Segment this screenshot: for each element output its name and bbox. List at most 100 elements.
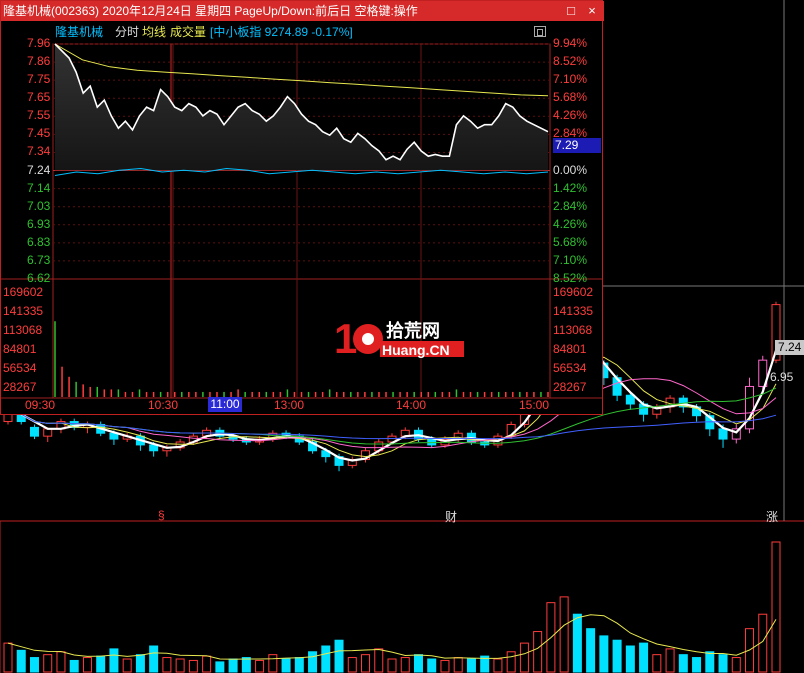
kline-volume-bar: [228, 658, 238, 673]
kline-candle: [347, 456, 357, 469]
kline-volume-bar: [718, 654, 728, 673]
kline-volume-bar: [599, 635, 609, 673]
price-tick-label: 7.55: [27, 108, 51, 123]
percent-tick-label: 9.94%: [553, 36, 588, 50]
volume-tick-label: 113068: [553, 323, 593, 337]
volume-tick-label: 141335: [3, 304, 44, 318]
event-marker-finance[interactable]: 财: [445, 508, 457, 525]
kline-volume-bar: [400, 657, 410, 673]
kline-candle: [69, 418, 79, 431]
kline-volume-bar: [69, 659, 79, 673]
price-tick-label: 7.75: [27, 72, 51, 87]
kline-volume-bar: [215, 661, 225, 673]
close-button[interactable]: ×: [582, 1, 602, 21]
volume-tick-label: 169602: [3, 285, 44, 299]
kline-volume-bar: [493, 658, 503, 673]
window-title: 隆基机械(002363) 2020年12月24日 星期四 PageUp/Down…: [3, 4, 418, 18]
volume-tick-label: 84801: [3, 342, 37, 356]
percent-tick-label: 8.52%: [553, 54, 588, 69]
volume-tick-label: 56534: [3, 361, 37, 375]
kline-volume-bar: [387, 658, 397, 673]
svg-text:拾荒网: 拾荒网: [386, 320, 440, 342]
kline-volume-bar: [135, 654, 145, 673]
price-tick-label: 6.83: [27, 234, 51, 249]
kline-volume-bar: [639, 642, 649, 673]
kline-candle: [29, 424, 39, 440]
kline-candle: [731, 424, 741, 444]
time-tick-label: 10:30: [148, 398, 179, 412]
event-marker-rise[interactable]: 涨: [766, 508, 778, 525]
kline-volume-bar: [3, 642, 13, 673]
percent-tick-label: 2.84%: [553, 198, 588, 213]
percent-tick-label: 4.26%: [553, 108, 588, 123]
kline-volume-bar: [268, 654, 278, 673]
kline-volume-bar: [413, 654, 423, 673]
kline-volume-bar: [625, 645, 635, 673]
low-price-label: 6.95: [770, 370, 794, 384]
price-tick-label: 7.24: [27, 162, 51, 177]
kline-candle: [56, 418, 66, 434]
percent-tick-label: 8.52%: [553, 271, 588, 285]
volume-tick-label: 28267: [553, 380, 587, 394]
title-bar[interactable]: 隆基机械(002363) 2020年12月24日 星期四 PageUp/Down…: [1, 1, 604, 21]
volume-ma-line: [7, 614, 777, 660]
kline-volume-bar: [612, 639, 622, 673]
kline-volume-bar: [665, 648, 675, 673]
kline-volume-bar: [255, 659, 265, 673]
last-price-tag: 7.24: [775, 340, 804, 355]
kline-volume-bar: [109, 648, 119, 673]
kline-volume-bar: [678, 654, 688, 673]
kline-volume-bar: [453, 657, 463, 673]
kline-volume-bar: [294, 657, 304, 673]
kline-volume-bar: [29, 657, 39, 673]
percent-tick-label: 0.00%: [553, 162, 588, 177]
current-price-box: 7.29: [553, 138, 601, 153]
event-marker-left[interactable]: §: [158, 508, 165, 522]
kline-volume-bar: [281, 658, 291, 673]
kline-volume-bar: [705, 651, 715, 673]
percent-tick-label: 7.10%: [553, 252, 588, 267]
kline-volume-bar: [122, 658, 132, 673]
price-tick-label: 7.96: [27, 36, 51, 50]
price-tick-label: 7.45: [27, 126, 51, 141]
kline-volume-bar: [572, 613, 582, 673]
price-tick-label: 6.93: [27, 216, 51, 231]
svg-text:Huang.CN: Huang.CN: [382, 342, 450, 358]
kline-candle: [758, 355, 768, 393]
kline-volume-bar: [427, 658, 437, 673]
price-tick-label: 6.73: [27, 252, 51, 267]
kline-volume-bar: [692, 657, 702, 673]
kline-volume-bar: [43, 654, 53, 673]
kline-volume-bar: [202, 655, 212, 673]
minimize-button[interactable]: □: [561, 1, 581, 21]
percent-tick-label: 5.68%: [553, 234, 588, 249]
kline-volume-bar: [82, 657, 92, 673]
watermark-logo: 1 Huang.CN 拾荒网: [334, 315, 464, 359]
price-tick-label: 7.14: [27, 180, 51, 195]
kline-volume-bar: [175, 658, 185, 673]
kline-volume-bar: [361, 654, 371, 673]
volume-tick-label: 113068: [3, 323, 43, 337]
kline-volume-bar: [56, 651, 66, 673]
kline-volume-bar: [162, 657, 172, 673]
kline-volume-bar: [16, 649, 26, 673]
percent-tick-label: 4.26%: [553, 216, 588, 231]
kline-volume-bar: [586, 628, 596, 673]
price-tick-label: 7.03: [27, 198, 51, 213]
volume-tick-label: 28267: [3, 380, 37, 394]
kline-candle: [745, 377, 755, 434]
kline-volume-bar: [559, 596, 569, 673]
kline-volume-bar: [96, 655, 106, 673]
kline-volume-bar: [506, 651, 516, 673]
price-area-fill: [55, 44, 548, 171]
time-tick-label: 13:00: [274, 398, 305, 412]
time-tick-label: 09:30: [25, 398, 56, 412]
intraday-popup-window[interactable]: 隆基机械(002363) 2020年12月24日 星期四 PageUp/Down…: [0, 0, 604, 415]
volume-tick-label: 141335: [553, 304, 594, 318]
volume-tick-label: 169602: [553, 285, 594, 299]
kline-volume-bar: [334, 639, 344, 673]
kline-volume-bar: [533, 631, 543, 673]
kline-volume-bar: [374, 648, 384, 673]
kline-volume-bar: [771, 541, 781, 673]
kline-volume-bar: [321, 645, 331, 673]
